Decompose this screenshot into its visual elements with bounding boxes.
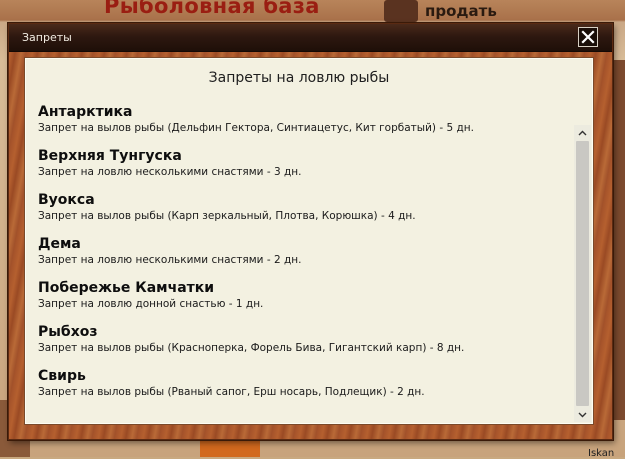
location-name: Верхняя Тунгуска [38, 148, 182, 164]
location-title: Рыболовная база [104, 0, 320, 18]
close-button[interactable] [578, 27, 598, 47]
ban-description: Запрет на вылов рыбы (Красноперка, Форел… [38, 342, 465, 354]
location-name: Свирь [38, 368, 86, 384]
list-item: Антарктика Запрет на вылов рыбы (Дельфин… [38, 104, 566, 148]
ban-description: Запрет на вылов рыбы (Рваный сапог, Ерш … [38, 386, 425, 398]
close-icon [581, 30, 595, 44]
sell-icon [384, 0, 418, 22]
bans-list: Антарктика Запрет на вылов рыбы (Дельфин… [38, 104, 566, 404]
list-item: Вуокса Запрет на вылов рыбы (Карп зеркал… [38, 192, 566, 236]
chevron-up-icon [578, 130, 587, 135]
sell-button[interactable]: продать [425, 2, 497, 20]
location-name: Антарктика [38, 104, 133, 120]
location-name: Побережье Камчатки [38, 280, 215, 296]
bans-dialog: Запреты Запреты на ловлю рыбы Антарктика… [8, 23, 613, 440]
list-item: Свирь Запрет на вылов рыбы (Рваный сапог… [38, 368, 566, 404]
location-name: Дема [38, 236, 81, 252]
panel-heading: Запреты на ловлю рыбы [208, 70, 390, 86]
scroll-up-button[interactable] [574, 125, 591, 140]
ban-description: Запрет на вылов рыбы (Дельфин Гектора, С… [38, 122, 474, 134]
list-item: Верхняя Тунгуска Запрет на ловлю несколь… [38, 148, 566, 192]
ban-description: Запрет на ловлю несколькими снастями - 2… [38, 254, 302, 266]
ban-description: Запрет на ловлю несколькими снастями - 3… [38, 166, 302, 178]
scroll-thumb[interactable] [576, 141, 589, 406]
background-label: Iskan [588, 448, 615, 459]
vertical-scrollbar[interactable] [574, 125, 591, 422]
scroll-down-button[interactable] [574, 407, 591, 422]
list-item: Рыбхоз Запрет на вылов рыбы (Красноперка… [38, 324, 566, 368]
ban-description: Запрет на ловлю донной снастью - 1 дн. [38, 298, 264, 310]
ban-description: Запрет на вылов рыбы (Карп зеркальный, П… [38, 210, 416, 222]
dialog-titlebar[interactable]: Запреты [9, 24, 612, 52]
location-name: Рыбхоз [38, 324, 98, 340]
location-name: Вуокса [38, 192, 95, 208]
dialog-title: Запреты [22, 31, 72, 44]
list-item: Дема Запрет на ловлю несколькими снастям… [38, 236, 566, 280]
chevron-down-icon [578, 412, 587, 417]
bans-panel: Запреты на ловлю рыбы Антарктика Запрет … [24, 57, 594, 425]
list-item: Побережье Камчатки Запрет на ловлю донно… [38, 280, 566, 324]
